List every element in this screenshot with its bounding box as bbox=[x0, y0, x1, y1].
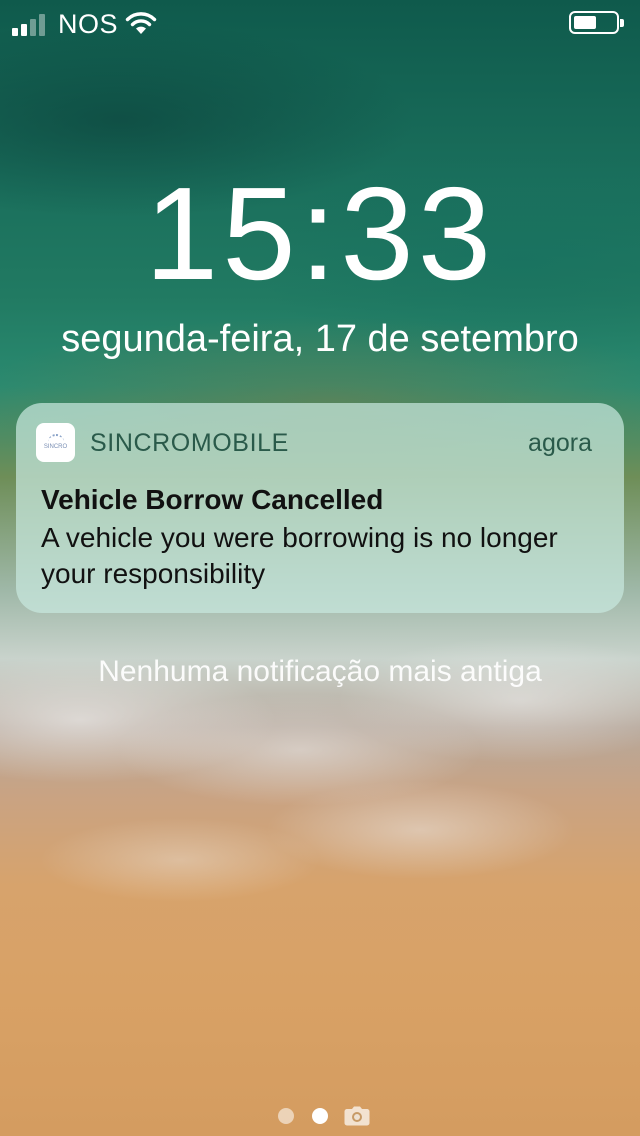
notification-card[interactable]: SINCRO SINCROMOBILE agora Vehicle Borrow… bbox=[16, 403, 624, 613]
wifi-icon bbox=[125, 12, 157, 34]
notification-app-name: SINCROMOBILE bbox=[90, 429, 289, 457]
carrier-name: NOS bbox=[58, 9, 119, 39]
page-indicator[interactable] bbox=[0, 1104, 640, 1128]
notification-body: A vehicle you were borrowing is no longe… bbox=[41, 522, 558, 589]
sincro-app-icon: SINCRO bbox=[36, 423, 75, 462]
wallpaper-foam bbox=[0, 600, 640, 930]
notification-header: SINCRO SINCROMOBILE agora bbox=[16, 403, 624, 481]
page-dot-active[interactable] bbox=[312, 1108, 328, 1124]
notification-title: Vehicle Borrow Cancelled bbox=[41, 484, 384, 515]
no-older-notifications-label: Nenhuma notificação mais antiga bbox=[98, 655, 542, 688]
signal-bars-icon bbox=[12, 12, 45, 36]
page-dot[interactable] bbox=[278, 1108, 294, 1124]
lock-screen-date: segunda-feira, 17 de setembro bbox=[61, 318, 579, 360]
status-bar: NOS bbox=[0, 0, 640, 48]
notification-time: agora bbox=[528, 429, 592, 457]
camera-icon[interactable] bbox=[344, 1106, 370, 1126]
lock-screen-time: 15:33 bbox=[144, 160, 496, 307]
battery-icon bbox=[569, 11, 624, 34]
